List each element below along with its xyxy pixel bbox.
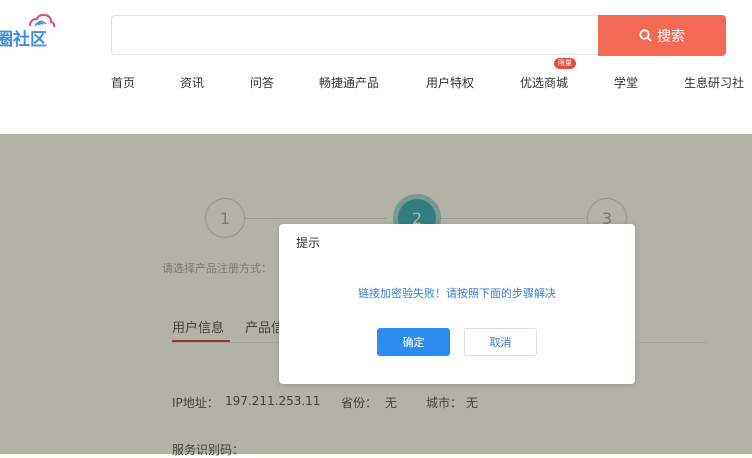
nav-item-products[interactable]: 畅捷通产品 xyxy=(319,74,379,91)
search-button[interactable]: 搜索 xyxy=(598,15,726,56)
nav-item-academy[interactable]: 学堂 xyxy=(614,74,638,91)
nav-item-qa[interactable]: 问答 xyxy=(250,74,274,91)
nav-badge: 限量 xyxy=(554,58,576,69)
search-button-label: 搜索 xyxy=(657,28,685,45)
dialog-message: 链接加密验失败！请按照下面的步骤解决 xyxy=(358,287,556,300)
search-input[interactable] xyxy=(111,15,598,55)
nav-item-research[interactable]: 生息研习社 xyxy=(684,74,744,91)
site-header: 圈社区 搜索 首页 资讯 问答 畅捷通产品 用户特权 优选商城 限量 学堂 生息… xyxy=(0,0,752,134)
cancel-button[interactable]: 取消 xyxy=(464,328,537,356)
search-icon xyxy=(639,29,652,42)
dialog-title: 提示 xyxy=(296,236,321,250)
confirm-button[interactable]: 确定 xyxy=(377,328,450,356)
alert-dialog: 提示 链接加密验失败！请按照下面的步骤解决 确定 取消 xyxy=(279,224,635,384)
nav-item-privileges[interactable]: 用户特权 xyxy=(426,74,474,91)
cloud-signal-icon xyxy=(29,13,56,28)
nav-item-news[interactable]: 资讯 xyxy=(180,74,204,91)
nav-item-mall[interactable]: 优选商城 xyxy=(520,74,568,91)
site-logo[interactable]: 圈社区 xyxy=(0,13,56,54)
nav-item-home[interactable]: 首页 xyxy=(111,74,135,91)
